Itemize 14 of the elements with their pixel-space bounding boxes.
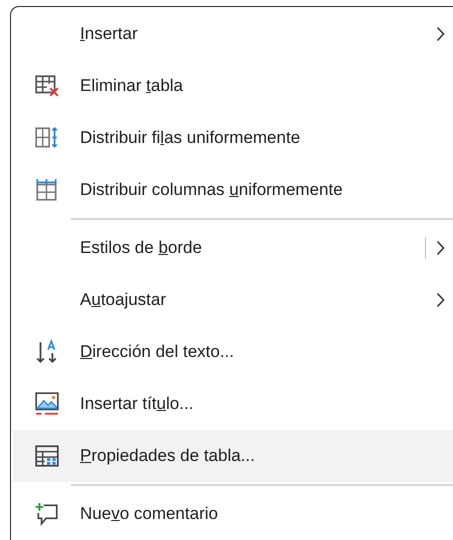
menu-item[interactable]: Dirección del texto... [13,326,453,378]
table-cross-icon [34,73,60,99]
menu-item[interactable]: Eliminar tabla [13,60,453,112]
menu-item[interactable]: Insertar título... [13,378,453,430]
comment-plus-icon [34,501,60,527]
picture-caption-icon [34,391,60,417]
menu-item[interactable]: Distribuir columnas uniformemente [13,164,453,216]
menu-item[interactable]: Insertar [13,8,453,60]
menu-item[interactable]: Nuevo comentario [13,488,453,540]
menu-item[interactable]: Autoajustar [13,274,453,326]
menu-item[interactable]: Propiedades de tabla... [13,430,453,482]
table-properties-icon [34,443,60,469]
menu-item[interactable]: Distribuir filas uniformemente [13,112,453,164]
menu-item[interactable]: Estilos de borde [13,222,453,274]
